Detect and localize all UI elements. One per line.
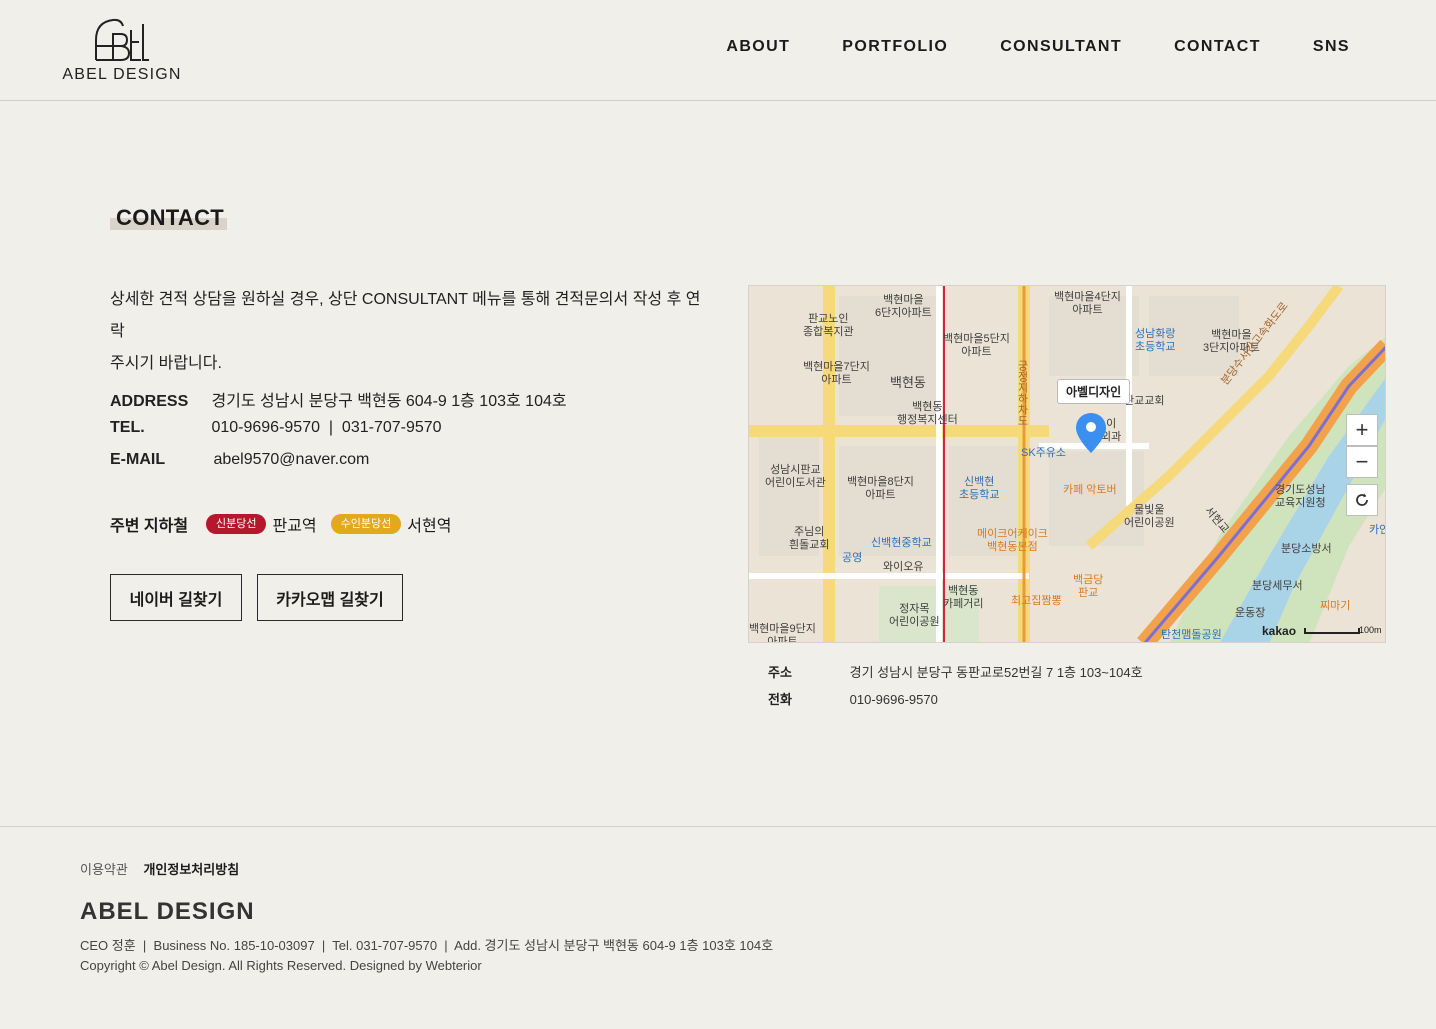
tel-value: 010-9696-9570 | 031-707-9570 bbox=[211, 419, 442, 436]
email-value[interactable]: abel9570@naver.com bbox=[213, 451, 369, 468]
terms-link[interactable]: 이용약관 bbox=[80, 862, 128, 877]
map-phone-label: 전화 bbox=[768, 692, 792, 707]
map-label: 백현마을9단지 아파트 bbox=[749, 623, 816, 643]
logo-mark-icon bbox=[95, 18, 149, 61]
map-label: 판교노인 종합복지관 bbox=[803, 313, 854, 338]
map-label: 백현마을4단지 아파트 bbox=[1054, 291, 1121, 316]
map-label: 주님의 흰돌교회 bbox=[789, 526, 830, 551]
map-phone-row: 전화 010-9696-9570 bbox=[768, 689, 938, 708]
map-label: 물빛울 어린이공원 bbox=[1124, 504, 1175, 529]
map-label: 메이크어케이크 백현동본점 bbox=[977, 528, 1048, 553]
map-label: 백현동 bbox=[890, 375, 926, 390]
subway-station-2: 서현역 bbox=[407, 518, 452, 535]
map-label: 궁정지하차도 bbox=[1016, 360, 1028, 426]
page-title: CONTACT bbox=[116, 205, 225, 230]
footer-business-info: CEO 정훈 | Business No. 185-10-03097 | Tel… bbox=[80, 938, 774, 953]
place-tag[interactable]: 아벨디자인 bbox=[1057, 379, 1131, 404]
map-scale-label: 100m bbox=[1359, 625, 1382, 635]
nav-about[interactable]: ABOUT bbox=[726, 38, 790, 56]
map-label: 정자목 어린이공원 bbox=[889, 603, 940, 628]
map-label: 성남시판교 어린이도서관 bbox=[765, 464, 826, 489]
map-label: 백현마을 6단지아파트 bbox=[875, 294, 932, 319]
map-label: 운동장 bbox=[1235, 607, 1266, 619]
kakao-directions-button[interactable]: 카카오맵 길찾기 bbox=[257, 574, 403, 621]
naver-directions-button[interactable]: 네이버 길찾기 bbox=[110, 574, 242, 621]
map-label: 와이오유 bbox=[883, 561, 924, 573]
map-attribution: kakao bbox=[1262, 624, 1297, 638]
intro-text: 상세한 견적 상담을 원하실 경우, 상단 CONSULTANT 메뉴를 통해 … bbox=[110, 284, 710, 380]
map-address-row: 주소 경기 성남시 분당구 동판교로52번길 7 1층 103~104호 bbox=[768, 662, 1143, 681]
footer-links: 이용약관 개인정보처리방침 bbox=[80, 859, 251, 878]
nav-consultant[interactable]: CONSULTANT bbox=[1000, 38, 1122, 56]
intro-line-2: 주시기 바랍니다. bbox=[110, 355, 222, 372]
map-phone-value: 010-9696-9570 bbox=[849, 692, 938, 707]
map-label: 카페 악토버 bbox=[1063, 484, 1117, 496]
nav-sns[interactable]: SNS bbox=[1313, 38, 1350, 56]
address-row: ADDRESS 경기도 성남시 분당구 백현동 604-9 1층 103호 10… bbox=[110, 387, 567, 411]
map-label: 백현마을5단지 아파트 bbox=[943, 333, 1010, 358]
logo-text: ABEL DESIGN bbox=[62, 66, 182, 83]
map-label: 분당소방서 bbox=[1281, 543, 1332, 555]
address-label: ADDRESS bbox=[110, 393, 189, 410]
map-address-value: 경기 성남시 분당구 동판교로52번길 7 1층 103~104호 bbox=[849, 665, 1143, 680]
map-label: 백현동 카페거리 bbox=[943, 585, 984, 610]
footer-divider bbox=[0, 826, 1436, 827]
email-row: E-MAIL abel9570@naver.com bbox=[110, 451, 369, 469]
subway-label: 주변 지하철 bbox=[110, 518, 189, 535]
map-label: SK주유소 bbox=[1021, 447, 1067, 459]
map-label: 신백현중학교 bbox=[871, 537, 932, 549]
site-header: ABEL DESIGN ABOUT PORTFOLIO CONSULTANT C… bbox=[0, 0, 1436, 101]
subway-line-badge-1: 신분당선 bbox=[206, 514, 267, 534]
map-label: 최고집짬뽕 bbox=[1011, 595, 1062, 607]
footer-brand: ABEL DESIGN bbox=[80, 898, 255, 925]
map-label: 공영 bbox=[842, 552, 863, 564]
refresh-icon bbox=[1356, 493, 1368, 506]
map-label: 경기도성남 교육지원청 bbox=[1275, 484, 1326, 509]
footer-copyright: Copyright © Abel Design. All Rights Rese… bbox=[80, 958, 482, 973]
map-label: 성남화랑 초등학교 bbox=[1135, 328, 1176, 353]
zoom-in-button[interactable]: + bbox=[1346, 414, 1378, 446]
map-label: 판교교회 bbox=[1124, 395, 1165, 407]
map-label: 분당세무서 bbox=[1252, 580, 1303, 592]
map-label: 백현마을8단지 아파트 bbox=[847, 476, 914, 501]
tel-row: TEL. 010-9696-9570 | 031-707-9570 bbox=[110, 419, 442, 437]
zoom-out-button[interactable]: − bbox=[1346, 446, 1378, 478]
map-label: 신백현 초등학교 bbox=[959, 476, 1000, 501]
map-label: 탄천맴돌공원 bbox=[1161, 629, 1222, 641]
email-label: E-MAIL bbox=[110, 451, 166, 468]
main-nav: ABOUT PORTFOLIO CONSULTANT CONTACT SNS bbox=[674, 38, 1350, 56]
intro-line-1: 상세한 견적 상담을 원하실 경우, 상단 CONSULTANT 메뉴를 통해 … bbox=[110, 291, 701, 340]
map-scale-bar bbox=[1304, 628, 1360, 634]
nav-contact[interactable]: CONTACT bbox=[1174, 38, 1261, 56]
map-label: 백금당 판교 bbox=[1073, 574, 1104, 599]
map-label: 찌마기 bbox=[1320, 600, 1351, 612]
map-label: 백현마을7단지 아파트 bbox=[803, 361, 870, 386]
map-address-label: 주소 bbox=[768, 665, 792, 680]
privacy-link[interactable]: 개인정보처리방침 bbox=[143, 862, 239, 877]
nav-portfolio[interactable]: PORTFOLIO bbox=[842, 38, 948, 56]
address-value: 경기도 성남시 분당구 백현동 604-9 1층 103호 104호 bbox=[211, 393, 567, 410]
subway-station-1: 판교역 bbox=[272, 518, 317, 535]
tel-label: TEL. bbox=[110, 419, 145, 436]
location-pin-icon[interactable] bbox=[1075, 412, 1107, 454]
map-label: 카인 bbox=[1369, 524, 1385, 536]
map-label: 백현동 행정복지센터 bbox=[897, 401, 958, 426]
subway-line-badge-2: 수인분당선 bbox=[330, 514, 402, 534]
kakao-map[interactable]: 백현마을 6단지아파트 판교노인 종합복지관 백현마을4단지 아파트 성남화랑 … bbox=[748, 285, 1386, 643]
logo[interactable]: ABEL DESIGN bbox=[60, 16, 184, 86]
refresh-button[interactable] bbox=[1346, 484, 1378, 516]
subway-info: 주변 지하철 신분당선 판교역 수인분당선 서현역 bbox=[110, 512, 465, 536]
